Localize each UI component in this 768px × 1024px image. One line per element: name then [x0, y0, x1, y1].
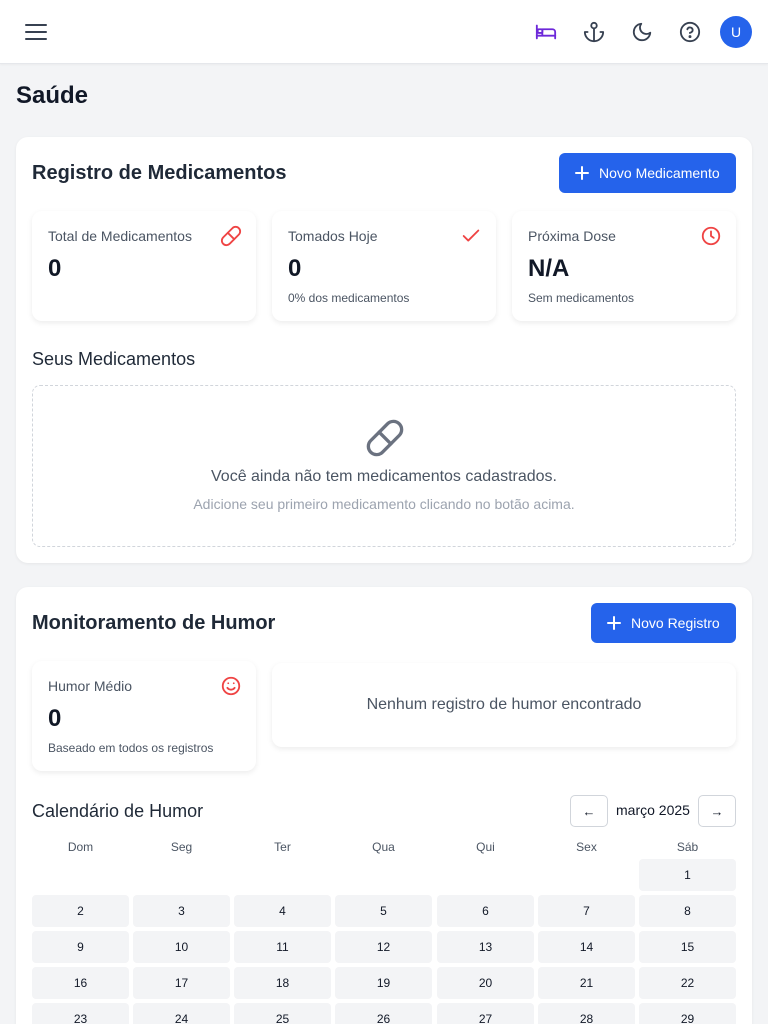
moon-icon[interactable] [628, 18, 656, 46]
calendar-day[interactable]: 24 [133, 1003, 230, 1024]
calendar-day[interactable]: 9 [32, 931, 129, 963]
calendar-day[interactable]: 17 [133, 967, 230, 999]
stat-sub: Baseado em todos os registros [48, 741, 214, 755]
stat-taken-today: Tomados Hoje 0 0% dos medicamentos [272, 211, 496, 321]
calendar-day[interactable]: 23 [32, 1003, 129, 1024]
stat-label: Humor Médio [48, 678, 133, 694]
new-mood-entry-label: Novo Registro [631, 615, 720, 631]
calendar-month-label: março 2025 [616, 802, 690, 818]
stat-label: Total de Medicamentos [48, 228, 192, 244]
stat-value: 0 [48, 705, 62, 732]
stat-value: 0 [48, 255, 62, 282]
calendar-day[interactable]: 22 [639, 967, 736, 999]
calendar-day[interactable]: 18 [234, 967, 331, 999]
weekday-label: Ter [274, 840, 291, 854]
calendar-day[interactable]: 4 [234, 895, 331, 927]
calendar-day[interactable]: 11 [234, 931, 331, 963]
calendar-day[interactable]: 1 [639, 859, 736, 891]
calendar-day[interactable]: 12 [335, 931, 432, 963]
calendar-day[interactable]: 27 [437, 1003, 534, 1024]
weekday-label: Qui [476, 840, 495, 854]
calendar-day[interactable]: 28 [538, 1003, 635, 1024]
calendar-day[interactable]: 20 [437, 967, 534, 999]
avatar[interactable]: U [720, 16, 752, 48]
plus-icon [575, 166, 589, 180]
smile-icon [221, 676, 241, 696]
calendar-day[interactable]: 3 [133, 895, 230, 927]
mood-empty-text: Nenhum registro de humor encontrado [366, 696, 642, 713]
anchor-icon[interactable] [580, 18, 608, 46]
stat-sub: Sem medicamentos [528, 291, 635, 305]
calendar-day[interactable]: 8 [639, 895, 736, 927]
calendar-day[interactable]: 25 [234, 1003, 331, 1024]
calendar-day[interactable]: 16 [32, 967, 129, 999]
new-mood-entry-button[interactable]: Novo Registro [591, 603, 736, 643]
prev-month-button[interactable]: ← [570, 795, 608, 827]
help-icon[interactable] [676, 18, 704, 46]
next-month-button[interactable]: → [698, 795, 736, 827]
calendar-day[interactable]: 5 [335, 895, 432, 927]
weekday-label: Dom [67, 840, 94, 854]
stat-sub: 0% dos medicamentos [288, 291, 410, 305]
calendar-day[interactable]: 15 [639, 931, 736, 963]
new-medication-label: Novo Medicamento [599, 165, 720, 181]
calendar-day[interactable]: 13 [437, 931, 534, 963]
medications-card: Registro de Medicamentos Novo Medicament… [16, 137, 752, 563]
clock-icon [701, 226, 721, 246]
new-medication-button[interactable]: Novo Medicamento [559, 153, 736, 193]
calendar-day[interactable]: 29 [639, 1003, 736, 1024]
stat-average-mood: Humor Médio 0 Baseado em todos os regist… [32, 661, 256, 771]
weekday-label: Seg [170, 840, 193, 854]
weekday-label: Qua [372, 840, 395, 854]
calendar-day[interactable]: 7 [538, 895, 635, 927]
stat-next-dose: Próxima Dose N/A Sem medicamentos [512, 211, 736, 321]
stat-total-medications: Total de Medicamentos 0 [32, 211, 256, 321]
weekday-label: Sex [576, 840, 597, 854]
pill-icon [220, 225, 242, 247]
empty-state-hint: Adicione seu primeiro medicamento clican… [193, 496, 575, 512]
mood-empty-state: Nenhum registro de humor encontrado [272, 663, 736, 747]
bed-icon[interactable] [532, 18, 560, 46]
calendar-day[interactable]: 19 [335, 967, 432, 999]
top-bar: U [0, 0, 768, 64]
stat-value: N/A [528, 255, 570, 282]
calendar-day[interactable]: 10 [133, 931, 230, 963]
stat-label: Tomados Hoje [288, 228, 378, 244]
check-icon [462, 229, 480, 242]
medications-empty-state: Você ainda não tem medicamentos cadastra… [32, 385, 736, 547]
calendar-day[interactable]: 2 [32, 895, 129, 927]
mood-card: Monitoramento de Humor Novo Registro Hum… [16, 587, 752, 1024]
pill-icon [366, 419, 404, 457]
menu-icon[interactable] [22, 20, 50, 44]
medications-list-title: Seus Medicamentos [32, 349, 196, 369]
stat-label: Próxima Dose [528, 228, 616, 244]
empty-state-title: Você ainda não tem medicamentos cadastra… [211, 468, 557, 485]
page-title: Saúde [16, 82, 89, 109]
calendar-title: Calendário de Humor [32, 801, 204, 821]
medications-title: Registro de Medicamentos [32, 162, 287, 184]
calendar-day[interactable]: 21 [538, 967, 635, 999]
calendar-day[interactable]: 26 [335, 1003, 432, 1024]
plus-icon [607, 616, 621, 630]
stat-value: 0 [288, 255, 302, 282]
weekday-label: Sáb [676, 840, 699, 854]
calendar-day[interactable]: 6 [437, 895, 534, 927]
calendar-day[interactable]: 14 [538, 931, 635, 963]
mood-title: Monitoramento de Humor [32, 612, 276, 634]
